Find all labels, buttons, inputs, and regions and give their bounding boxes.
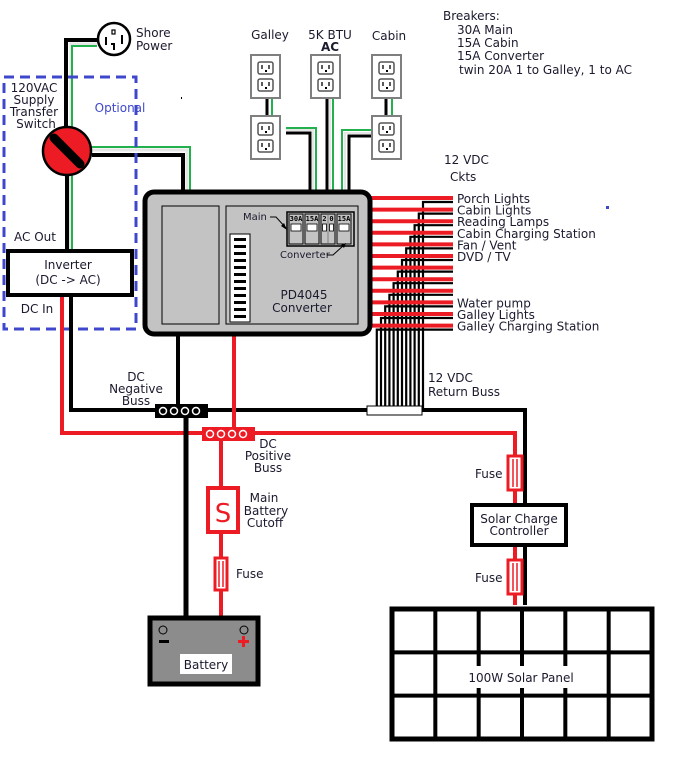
wiring-diagram: Optional Shore Power 120VAC Supply Trans… <box>2 9 655 742</box>
converter-name-label: Converter <box>272 301 332 315</box>
fuse-slot <box>234 266 246 269</box>
inverter-label-1: Inverter <box>44 258 92 272</box>
dc-positive-buss[interactable] <box>202 427 255 441</box>
outlet-galley-icon[interactable] <box>250 115 281 160</box>
solar-panel-label: 100W Solar Panel <box>468 671 573 685</box>
breaker-1[interactable]: 30A <box>288 213 304 245</box>
battery[interactable]: Battery <box>147 615 261 687</box>
outlet-cabin-icon[interactable] <box>371 54 402 99</box>
converter-left-panel <box>161 205 220 325</box>
battery-cutoff-label-3: Cutoff <box>247 516 284 530</box>
breaker-rating-label: 30A <box>290 215 303 223</box>
cutoff-switch-icon: S <box>215 499 232 529</box>
outlet-cabin-icon[interactable] <box>371 115 402 160</box>
dc-circuits-layer: Porch LightsCabin LightsReading LampsCab… <box>370 192 599 410</box>
fuse-slot <box>234 245 246 248</box>
fuse-slot <box>234 294 246 297</box>
breaker-rating-label: 15A <box>338 215 351 223</box>
negative-buss-label-3: Buss <box>122 394 150 408</box>
charge-controller-label-2: Controller <box>489 524 548 538</box>
fuse-slot <box>234 259 246 262</box>
return-buss-label-1: 12 VDC <box>428 371 473 385</box>
dc-circuit-label: DVD / TV <box>457 250 511 264</box>
stray-dot <box>181 97 182 99</box>
fuse-slot <box>234 308 246 311</box>
dc-circuit-label: Galley Charging Station <box>457 320 599 334</box>
outlet-cabin-label: Cabin <box>372 29 406 43</box>
breakers-note-item: 15A Converter <box>457 49 544 63</box>
breaker-converter-label: Converter <box>280 250 331 261</box>
solar-fuse-top-icon <box>506 454 524 492</box>
breakers-note-item: twin 20A 1 to Galley, 1 to AC <box>459 63 632 77</box>
battery-cutoff-label-1: Main <box>250 491 279 505</box>
transfer-switch-icon[interactable] <box>41 125 93 177</box>
inverter-dc-in-label: DC In <box>21 302 54 316</box>
dc-wires <box>60 297 527 618</box>
fuse-slot <box>234 301 246 304</box>
battery-fuse-label: Fuse <box>236 567 264 581</box>
dc-circuits-header-2: Ckts <box>450 170 476 184</box>
breaker-4[interactable]: 15A <box>336 213 352 245</box>
battery-fuse-icon <box>213 556 229 592</box>
solar-charge-controller[interactable]: Solar Charge Controller <box>470 503 568 547</box>
outlet-galley-label: Galley <box>251 28 289 42</box>
solar-fuse-bottom-label: Fuse <box>475 571 503 585</box>
outlet-ac-label-2: AC <box>321 40 339 54</box>
converter-fuse-block <box>229 233 251 323</box>
solar-panel[interactable]: 100W Solar Panel <box>389 606 655 742</box>
fuse-slot <box>234 273 246 276</box>
inverter-label-2: (DC -> AC) <box>35 273 100 287</box>
dc-negative-buss[interactable] <box>155 404 208 418</box>
breaker-rating-label: 15A <box>306 215 319 223</box>
outlet-galley-icon[interactable] <box>250 54 281 99</box>
positive-buss-label-3: Buss <box>254 461 282 475</box>
breakers-note-title: Breakers: <box>443 9 500 23</box>
battery-negative-icon <box>159 640 169 643</box>
shore-power-plug-icon <box>96 21 132 57</box>
fuse-slot <box>234 315 246 318</box>
solar-fuse-top-label: Fuse <box>475 467 503 481</box>
outlet-ac-icon[interactable] <box>310 54 341 99</box>
breaker-3[interactable]: 20 <box>320 213 336 245</box>
pd4045-converter[interactable]: 30A 15A 2 0 15A Main Converter PD4045 Conver… <box>142 189 373 337</box>
fuse-slot <box>234 280 246 283</box>
breaker-2[interactable]: 15A <box>304 213 320 245</box>
stray-dot <box>606 206 609 209</box>
breaker-rating-label: 0 <box>329 215 333 223</box>
breakers-note-item: 30A Main <box>457 23 513 37</box>
dc-circuits-header-1: 12 VDC <box>444 153 489 167</box>
shore-power-label-1: Shore <box>136 26 171 40</box>
solar-fuse-bottom-icon <box>506 558 524 596</box>
transfer-switch-label-4: Switch <box>16 117 56 131</box>
breaker-main-label: Main <box>243 212 267 223</box>
fuse-slot <box>234 287 246 290</box>
main-battery-cutoff-switch[interactable]: S <box>206 486 240 534</box>
fuse-slot <box>234 252 246 255</box>
breaker-panel: 30A 15A 2 0 15A <box>286 211 355 247</box>
breaker-rating-label: 2 <box>322 215 326 223</box>
converter-model-label: PD4045 <box>280 288 327 302</box>
return-buss-label-2: Return Buss <box>428 385 500 399</box>
fuse-slot <box>234 238 246 241</box>
battery-label: Battery <box>184 658 228 672</box>
shore-power-label-2: Power <box>136 39 172 53</box>
breakers-note-item: 15A Cabin <box>457 36 519 50</box>
inverter-ac-out-label: AC Out <box>14 230 56 244</box>
optional-label: Optional <box>95 101 146 115</box>
return-buss-bar <box>366 405 423 416</box>
